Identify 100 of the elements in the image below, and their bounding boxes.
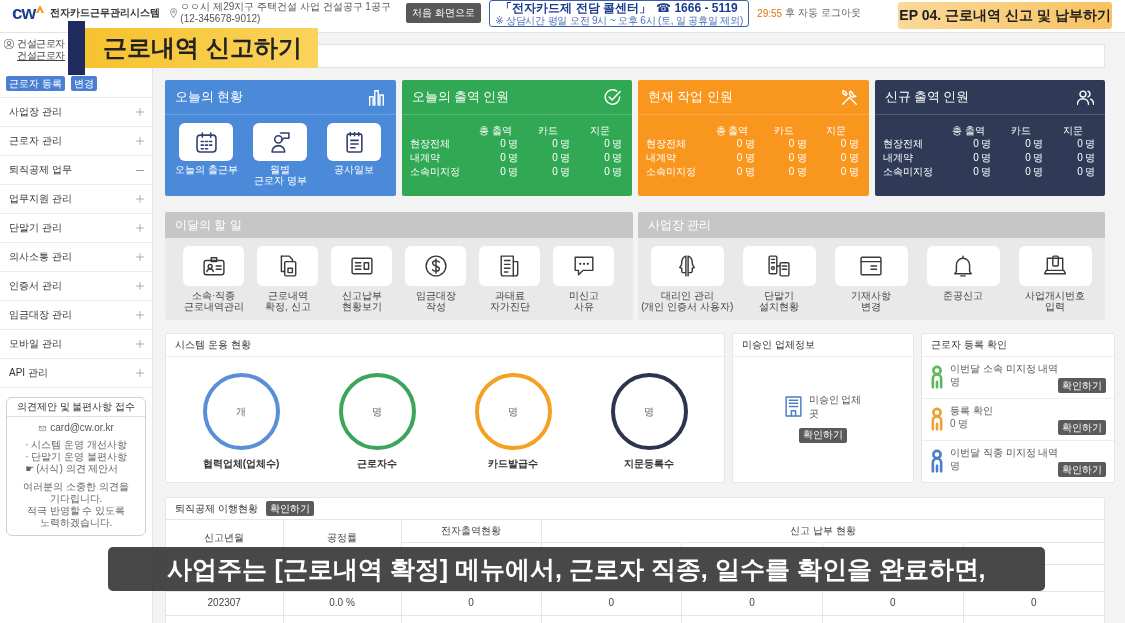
tile-label: 대리인 관리 (개인 인증서 사용자) [641, 290, 734, 312]
company-count: 곳 [808, 406, 819, 421]
menu-tile[interactable] [257, 246, 319, 286]
table-cell: 0 명 [500, 165, 519, 179]
gauge-label: 근로자수 [357, 457, 397, 471]
item-label: 이번달 소속 미지정 내역 [950, 362, 1059, 375]
user-link[interactable]: 건설근로자 [17, 50, 65, 62]
tile-label: 단말기 설치현황 [759, 290, 800, 312]
menu-item[interactable]: 단말기 관리 [0, 214, 152, 243]
table-cell: 0 [890, 597, 896, 608]
pointing-hand-icon: ☛ [25, 463, 35, 475]
table-cell: 202307 [207, 597, 241, 608]
person-icon [269, 131, 291, 153]
table-cell: 0 명 [788, 151, 807, 165]
sidebar-button[interactable]: 근로자 등록 [6, 76, 65, 91]
column-header: 총 출역 [952, 124, 985, 137]
menu-item[interactable]: API 관리 [0, 359, 152, 388]
table-cell: 0 명 [1077, 151, 1096, 165]
home-button[interactable]: 처음 화면으로 [406, 3, 482, 23]
menu-item[interactable]: 의사소통 관리 [0, 243, 152, 272]
table-cell: 0 명 [788, 137, 807, 151]
tile-label: 오늘의 출근부 [174, 164, 238, 175]
menu-tile[interactable] [183, 246, 245, 286]
confirm-button[interactable]: 확인하기 [1058, 420, 1107, 435]
column-header: 지문 [826, 124, 846, 137]
table-cell: 0 명 [500, 151, 519, 165]
item-count: 0 명 [950, 417, 969, 430]
episode-banner: EP 04. 근로내역 신고 및 납부하기 [898, 2, 1112, 29]
notepad-icon [343, 131, 365, 153]
item-label: 이번달 직종 미지정 내역 [950, 446, 1059, 459]
table-cell: 0 명 [840, 137, 859, 151]
menu-tile[interactable] [742, 246, 816, 286]
calendar-icon [195, 131, 217, 153]
tile-label: 기재사항 변경 [851, 290, 892, 312]
logo-mark-icon [36, 5, 45, 13]
menu-item[interactable]: 사업장 관리 [0, 98, 152, 127]
tile-label: 임금대장 작성 [415, 290, 456, 312]
table-cell: 0 명 [1077, 165, 1096, 179]
column-header: 신고년월 [204, 532, 245, 543]
row-label: 소속미지정 [646, 165, 696, 179]
accent-bar [68, 21, 85, 75]
tile-label: 준공신고 [943, 290, 984, 301]
confirm-button[interactable]: 확인하기 [265, 501, 314, 516]
menu-tile[interactable] [553, 246, 615, 286]
gauge-ring: 개 [202, 373, 280, 450]
column-header: 카드 [1010, 124, 1031, 137]
confirm-button[interactable]: 확인하기 [1058, 462, 1107, 477]
sidebar-button[interactable]: 변경 [70, 76, 97, 91]
chat-icon [572, 255, 595, 277]
table-cell: 0 [608, 597, 615, 608]
bell-icon [952, 255, 975, 277]
building-icon [784, 396, 802, 417]
column-header: 총 출역 [479, 124, 512, 137]
item-count: 명 [950, 375, 960, 388]
row-label: 현장전체 [409, 137, 450, 151]
menu-tile[interactable] [405, 246, 467, 286]
check-circle-icon [604, 88, 621, 106]
menu-tile[interactable] [926, 246, 1000, 286]
tile-label: 월별 근로자 명부 [253, 164, 307, 186]
menu-tile[interactable] [253, 123, 308, 161]
confirm-button[interactable]: 확인하기 [799, 427, 847, 443]
table-cell: 0 명 [973, 137, 992, 151]
system-name: 전자카드근무관리시스템 [50, 6, 161, 20]
table-cell: 0 명 [604, 137, 623, 151]
card-title: 신규 출역 인원 [884, 88, 970, 106]
table-cell: 0 명 [1025, 151, 1044, 165]
id-card-icon [202, 255, 225, 277]
menu-item[interactable]: 인증서 관리 [0, 272, 152, 301]
menu-item[interactable]: 업무지원 관리 [0, 185, 152, 214]
table-cell: 0 명 [736, 151, 755, 165]
menu-tile[interactable] [331, 246, 393, 286]
table-cell: 0 명 [736, 165, 755, 179]
feedback-item: · 단말기 운영 불편사항 [25, 451, 127, 463]
phone-number: ☎ 1666 - 5119 [656, 0, 738, 15]
feedback-title: 의견제안 및 불편사항 접수 [7, 398, 145, 417]
column-header: 전자출역현황 [441, 524, 501, 536]
menu-item[interactable]: 퇴직공제 업무 [0, 156, 152, 185]
menu-item[interactable]: 모바일 관리 [0, 330, 152, 359]
menu-tile[interactable] [834, 246, 908, 286]
form-link[interactable]: (서식) 의견 제안서 [36, 463, 119, 475]
gauge-label: 카드발급수 [488, 457, 538, 471]
form-icon [350, 255, 373, 277]
menu-item[interactable]: 임금대장 관리 [0, 301, 152, 330]
menu-tile[interactable] [179, 123, 234, 161]
table-cell: 0 명 [604, 151, 623, 165]
card-title: 오늘의 출역 인원 [411, 88, 510, 106]
menu-item[interactable]: 근로자 관리 [0, 127, 152, 156]
panel-title: 퇴직공제 이행현황 [175, 501, 258, 516]
confirm-button[interactable]: 확인하기 [1058, 378, 1107, 393]
menu-tile[interactable] [1018, 246, 1092, 286]
users-icon [1077, 88, 1094, 106]
column-header: 신고 납부 현황 [789, 524, 856, 536]
menu-tile[interactable] [327, 123, 382, 161]
panel-title: 근로자 등록 확인 [922, 334, 1115, 357]
gauge-ring: 명 [474, 373, 552, 450]
menu-tile[interactable] [650, 246, 724, 286]
table-cell: 0 명 [1077, 137, 1096, 151]
gauge-label: 지문등록수 [624, 457, 674, 471]
menu-tile[interactable] [479, 246, 541, 286]
devices-icon [768, 255, 791, 277]
